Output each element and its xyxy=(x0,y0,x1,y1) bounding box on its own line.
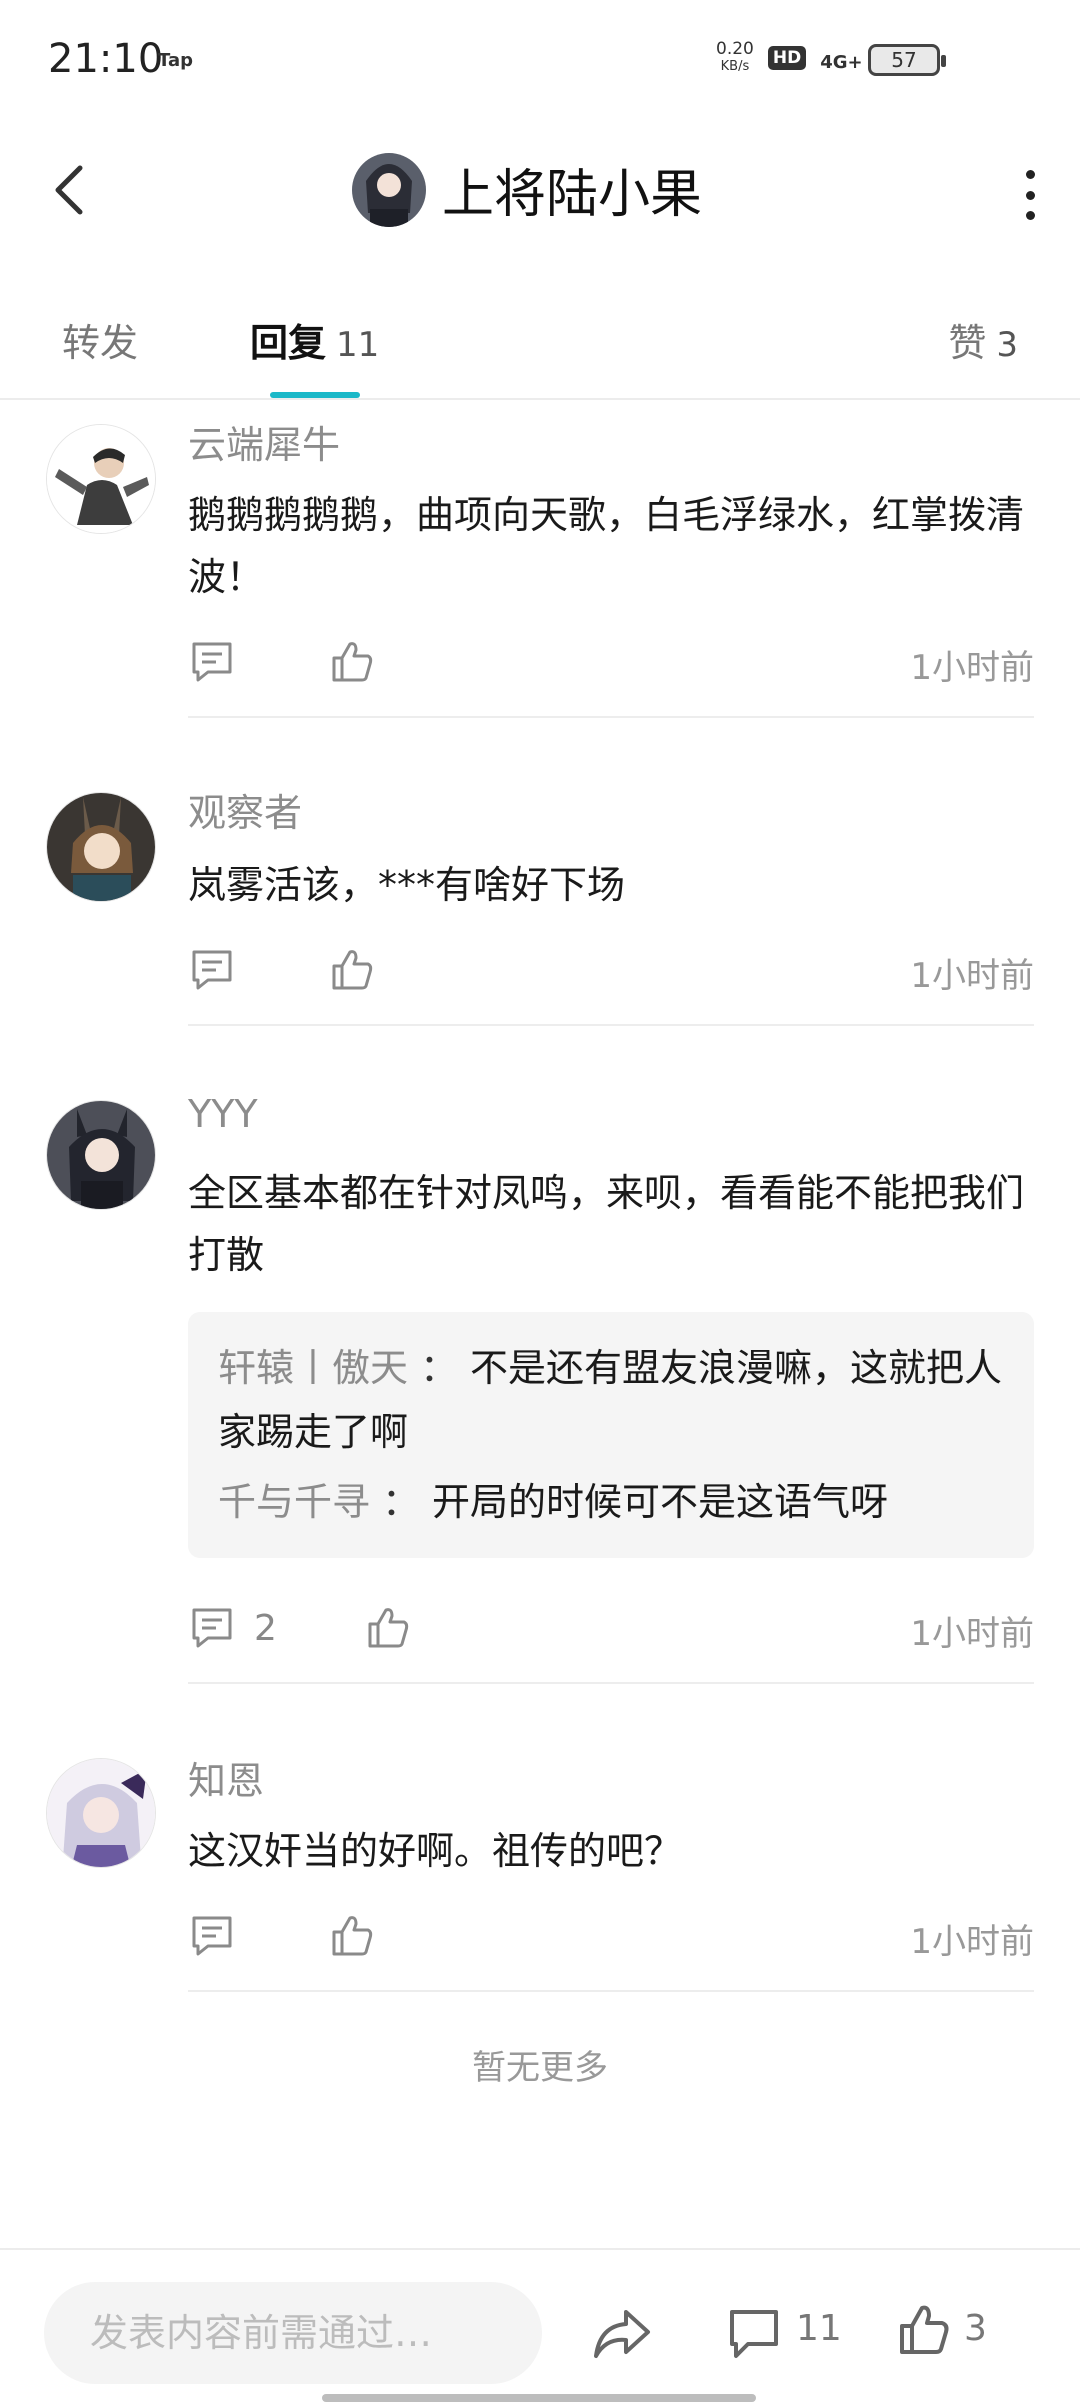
status-tap-indicator: Tap xyxy=(158,50,193,71)
comment-actions: 2 1小时前 xyxy=(188,1604,1034,1664)
comment-author[interactable]: YYY xyxy=(188,1092,258,1136)
divider xyxy=(188,1682,1034,1684)
comment-actions: 1小时前 xyxy=(188,1912,1034,1972)
subreply-text: 开局的时候可不是这语气呀 xyxy=(432,1480,889,1524)
reply-count: 2 xyxy=(254,1608,277,1649)
comment-icon[interactable] xyxy=(188,946,236,994)
thumbs-up-icon[interactable] xyxy=(328,638,376,686)
net-speed: 0.20 KB/s xyxy=(716,39,754,74)
subreply-author[interactable]: 千与千寻 xyxy=(218,1480,370,1524)
subreply-box[interactable]: 轩辕丨傲天：不是还有盟友浪漫嘛，这就把人家踢走了啊 千与千寻：开局的时候可不是这… xyxy=(188,1312,1034,1558)
tab-reply[interactable]: 回复 11 xyxy=(250,312,379,367)
top-header: 上将陆小果 xyxy=(0,130,1080,250)
status-bar: 21:10 Tap 0.20 KB/s HD 4G+ 57 xyxy=(0,0,1080,120)
tab-bar: 转发 回复 11 赞3 xyxy=(0,290,1080,400)
title-group: 上将陆小果 xyxy=(352,152,702,227)
comment-icon[interactable] xyxy=(188,1604,236,1652)
comment-author[interactable]: 知恩 xyxy=(188,1750,264,1805)
comment-text: 岚雾活该，***有啥好下场 xyxy=(188,863,626,907)
more-vertical-icon[interactable] xyxy=(1020,170,1040,220)
active-tab-indicator xyxy=(270,392,360,398)
reply-input[interactable]: 发表内容前需通过… xyxy=(44,2282,542,2384)
comment-time: 1小时前 xyxy=(910,1922,1034,1962)
avatar[interactable] xyxy=(46,1100,156,1210)
status-time: 21:10 xyxy=(48,36,164,82)
author-avatar[interactable] xyxy=(352,152,426,227)
thumbs-up-icon[interactable] xyxy=(364,1604,412,1652)
avatar[interactable] xyxy=(46,1758,156,1868)
comment-text: 这汉奸当的好啊。祖传的吧？ xyxy=(188,1829,683,1873)
divider xyxy=(188,716,1034,718)
subreply-item: 轩辕丨傲天：不是还有盟友浪漫嘛，这就把人家踢走了啊 xyxy=(218,1346,1003,1454)
page-title: 上将陆小果 xyxy=(442,165,703,225)
thumbs-up-icon[interactable] xyxy=(896,2302,952,2358)
tab-repost[interactable]: 转发 xyxy=(62,312,138,367)
thumbs-up-icon[interactable] xyxy=(328,946,376,994)
avatar[interactable] xyxy=(46,792,156,902)
subreply-item: 千与千寻：开局的时候可不是这语气呀 xyxy=(218,1480,889,1524)
like-count: 3 xyxy=(964,2308,987,2349)
subreply-author[interactable]: 轩辕丨傲天 xyxy=(218,1346,408,1390)
avatar[interactable] xyxy=(46,424,156,534)
divider xyxy=(188,1990,1034,1992)
comment-actions: 1小时前 xyxy=(188,638,1034,698)
no-more-label: 暂无更多 xyxy=(472,2048,608,2088)
comment-count: 11 xyxy=(796,2308,842,2349)
comment-time: 1小时前 xyxy=(910,1614,1034,1654)
hd-icon: HD xyxy=(767,46,807,70)
comment-author[interactable]: 观察者 xyxy=(188,782,302,837)
comment-text: 鹅鹅鹅鹅鹅，曲项向天歌，白毛浮绿水，红掌拨清波！ xyxy=(188,493,1025,599)
comment-text: 全区基本都在针对凤鸣，来呗，看看能不能把我们打散 xyxy=(188,1171,1025,1277)
home-indicator xyxy=(322,2394,756,2402)
battery-indicator: 57 xyxy=(868,44,946,76)
back-arrow-icon[interactable] xyxy=(44,160,104,220)
thumbs-up-icon[interactable] xyxy=(328,1912,376,1960)
divider xyxy=(188,1024,1034,1026)
comment-icon[interactable] xyxy=(188,638,236,686)
comment-time: 1小时前 xyxy=(910,648,1034,688)
comment-icon[interactable] xyxy=(726,2306,782,2362)
comment-icon[interactable] xyxy=(188,1912,236,1960)
comment-time: 1小时前 xyxy=(910,956,1034,996)
bottom-action-bar: 发表内容前需通过… 11 3 xyxy=(0,2248,1080,2408)
share-icon[interactable] xyxy=(592,2306,652,2362)
comment-author[interactable]: 云端犀牛 xyxy=(188,414,340,469)
tab-like[interactable]: 赞3 xyxy=(948,312,1018,367)
comment-actions: 1小时前 xyxy=(188,946,1034,1006)
